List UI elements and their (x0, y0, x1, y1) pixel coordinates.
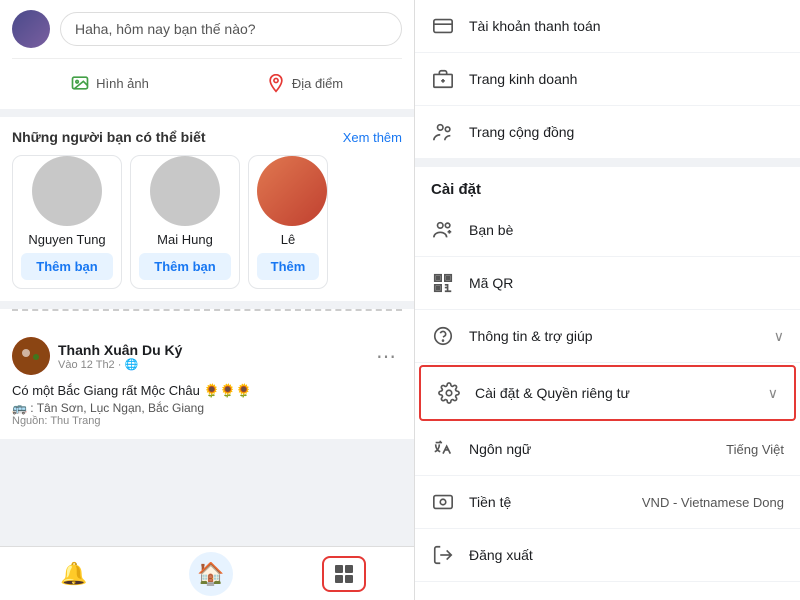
menu-item-help[interactable]: Thông tin & trợ giúp ∨ (415, 310, 800, 363)
dashed-separator (12, 309, 402, 311)
friend-card: Nguyen Tung Thêm bạn (12, 155, 122, 289)
menu-item-qr[interactable]: Mã QR (415, 257, 800, 310)
community-icon (431, 120, 455, 144)
friend-name: Nguyen Tung (21, 232, 113, 247)
community-label: Trang cộng đồng (469, 124, 784, 140)
bottom-nav: 🔔 🏠 (0, 546, 414, 600)
nav-grid[interactable] (322, 556, 366, 592)
friends-label: Bạn bè (469, 222, 784, 238)
business-icon (431, 67, 455, 91)
user-avatar (12, 10, 50, 48)
photo-label: Hình ảnh (96, 76, 149, 91)
friends-icon (431, 218, 455, 242)
currency-value: VND - Vietnamese Dong (642, 495, 784, 510)
help-label: Thông tin & trợ giúp (469, 328, 760, 344)
help-icon (431, 324, 455, 348)
qr-icon (431, 271, 455, 295)
language-icon (431, 437, 455, 461)
nav-bell[interactable]: 🔔 (48, 555, 99, 593)
bell-icon: 🔔 (60, 561, 87, 587)
top-menu-section: Tài khoản thanh toán Trang kinh doanh (415, 0, 800, 159)
menu-item-logout[interactable]: Đăng xuất (415, 529, 800, 582)
add-friend-button[interactable]: Thêm bạn (139, 253, 231, 280)
post-more-button[interactable]: ⋯ (370, 342, 402, 371)
privacy-settings-label: Cài đặt & Quyền riêng tư (475, 385, 754, 401)
logout-label: Đăng xuất (469, 547, 784, 563)
post-creator: Haha, hôm nay bạn thế nào? Hình ảnh Địa … (0, 0, 414, 109)
see-more-link[interactable]: Xem thêm (343, 130, 402, 145)
language-label: Ngôn ngữ (469, 441, 712, 457)
settings-icon (437, 381, 461, 405)
friend-avatar (150, 156, 220, 226)
section-divider (415, 159, 800, 167)
post-text: Có một Bắc Giang rất Mộc Châu 🌻🌻🌻 (12, 381, 402, 401)
post-meta: Vào 12 Th2 · 🌐 (58, 358, 182, 371)
post-input[interactable]: Haha, hôm nay bạn thế nào? (60, 12, 402, 46)
menu-item-community[interactable]: Trang cộng đồng (415, 106, 800, 159)
add-friend-button[interactable]: Thêm bạn (21, 253, 113, 280)
suggestions-title: Những người bạn có thể biết (12, 129, 206, 145)
post-subtext: 🚌 : Tân Sơn, Lục Ngạn, Bắc Giang (12, 401, 402, 415)
friend-name: Mai Hung (139, 232, 231, 247)
menu-item-settings[interactable]: Cài đặt & Quyền riêng tư ∨ (419, 365, 796, 421)
business-label: Trang kinh doanh (469, 71, 784, 87)
location-icon (266, 73, 286, 93)
left-panel: Haha, hôm nay bạn thế nào? Hình ảnh Địa … (0, 0, 415, 600)
photo-icon (70, 73, 90, 93)
friend-card: Mai Hung Thêm bạn (130, 155, 240, 289)
menu-item-language[interactable]: Ngôn ngữ Tiếng Việt (415, 423, 800, 476)
logout-icon (431, 543, 455, 567)
payment-label: Tài khoản thanh toán (469, 18, 784, 34)
post-author-name: Thanh Xuân Du Ký (58, 342, 182, 358)
nav-home[interactable]: 🏠 (177, 546, 245, 600)
help-chevron: ∨ (774, 328, 784, 345)
qr-label: Mã QR (469, 275, 784, 291)
friend-avatar (257, 156, 327, 226)
friend-suggestions: Những người bạn có thể biết Xem thêm Ngu… (0, 117, 414, 301)
payment-icon (431, 14, 455, 38)
suggestions-list: Nguyen Tung Thêm bạn Mai Hung Thêm bạn L… (12, 155, 402, 289)
location-label: Địa điểm (292, 76, 343, 91)
location-button[interactable]: Địa điểm (207, 67, 402, 99)
friend-card: Lê Thêm (248, 155, 328, 289)
menu-item-business[interactable]: Trang kinh doanh (415, 53, 800, 106)
post-item: Thanh Xuân Du Ký Vào 12 Th2 · 🌐 ⋯ Có một… (0, 325, 414, 439)
friend-avatar (32, 156, 102, 226)
currency-label: Tiền tệ (469, 494, 628, 510)
menu-item-payment[interactable]: Tài khoản thanh toán (415, 0, 800, 53)
language-value: Tiếng Việt (726, 442, 784, 457)
menu-item-currency[interactable]: Tiền tệ VND - Vietnamese Dong (415, 476, 800, 529)
photo-button[interactable]: Hình ảnh (12, 67, 207, 99)
post-author-avatar (12, 337, 50, 375)
menu-item-friends[interactable]: Bạn bè (415, 204, 800, 257)
currency-icon (431, 490, 455, 514)
privacy-chevron: ∨ (768, 385, 778, 402)
home-icon: 🏠 (197, 561, 224, 587)
add-friend-button[interactable]: Thêm (257, 253, 319, 280)
settings-header: Cài đặt (415, 167, 800, 204)
post-credit: Nguồn: Thu Trang (12, 415, 402, 427)
friend-name: Lê (257, 232, 319, 247)
grid-icon (332, 562, 356, 586)
right-panel: Tài khoản thanh toán Trang kinh doanh (415, 0, 800, 600)
settings-menu-section: Bạn bè Mã QR (415, 204, 800, 582)
